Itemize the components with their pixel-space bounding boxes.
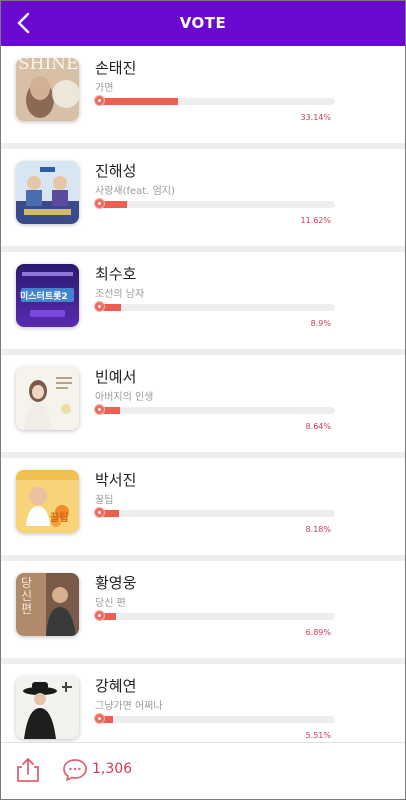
progress-knob-icon <box>94 301 105 312</box>
vote-percent: 33.14% <box>300 113 331 122</box>
vote-item[interactable]: 진해성 사랑새(feat. 엄지) 11.62% <box>0 149 406 246</box>
artist-name: 손태진 <box>95 59 137 77</box>
song-title: 꿀팁 <box>95 495 114 506</box>
progress-knob-icon <box>94 95 105 106</box>
vote-progress-bar <box>94 95 335 106</box>
cover-text: SHINE <box>18 54 79 74</box>
vote-item[interactable]: SHINE 손태진 가면 33.14% <box>0 46 406 143</box>
vote-percent: 8.9% <box>310 319 331 328</box>
vote-progress-fill <box>100 98 178 105</box>
share-button[interactable] <box>16 757 40 783</box>
back-button[interactable] <box>10 9 38 37</box>
artist-name: 황영웅 <box>95 574 137 592</box>
vote-item[interactable]: 꿀팁 박서진 꿀팁 8.18% <box>0 458 406 555</box>
vote-progress-bar <box>94 404 335 415</box>
vote-item[interactable]: 당신편 황영웅 당신 편 6.89% <box>0 561 406 658</box>
vote-percent: 8.18% <box>305 525 331 534</box>
vote-percent: 11.62% <box>300 216 331 225</box>
artist-name: 빈예서 <box>95 368 137 386</box>
vote-list[interactable]: SHINE 손태진 가면 33.14% 진해성 사랑새(feat. 엄지) 11… <box>0 46 406 742</box>
progress-knob-icon <box>94 713 105 724</box>
song-title: 사랑새(feat. 엄지) <box>95 186 175 197</box>
album-cover <box>16 676 79 739</box>
cover-text: 당신편 <box>21 576 33 616</box>
song-title: 아버지의 인생 <box>95 392 154 403</box>
progress-knob-icon <box>94 610 105 621</box>
cover-text: 꿀팁 <box>50 513 69 524</box>
comment-count[interactable]: 1,306 <box>92 761 132 777</box>
progress-knob-icon <box>94 198 105 209</box>
page-title: VOTE <box>179 14 227 32</box>
vote-progress-bar <box>94 507 335 518</box>
artist-name: 진해성 <box>95 162 137 180</box>
vote-item[interactable]: 미스터트롯2 최수호 조선의 남자 8.9% <box>0 252 406 349</box>
vote-progress-bar <box>94 198 335 209</box>
song-title: 가면 <box>95 83 114 94</box>
song-title: 조선의 남자 <box>95 289 145 300</box>
comment-button[interactable] <box>62 758 88 782</box>
album-cover <box>16 470 79 533</box>
bottom-bar: 1,306 <box>0 742 406 800</box>
artist-name: 최수호 <box>95 265 137 283</box>
vote-percent: 5.51% <box>305 731 331 740</box>
top-bar: VOTE <box>0 0 406 46</box>
progress-knob-icon <box>94 507 105 518</box>
song-title: 그냥가면 어쩌나 <box>95 701 163 712</box>
share-icon <box>17 758 39 782</box>
album-cover <box>16 367 79 430</box>
chevron-left-icon <box>17 12 30 34</box>
album-cover <box>16 161 79 224</box>
vote-progress-bar <box>94 610 335 621</box>
artist-name: 강혜연 <box>95 677 137 695</box>
vote-percent: 6.89% <box>305 628 331 637</box>
vote-item[interactable]: 빈예서 아버지의 인생 8.64% <box>0 355 406 452</box>
vote-progress-bar <box>94 301 335 312</box>
comment-icon <box>63 759 87 781</box>
vote-progress-bar <box>94 713 335 724</box>
cover-text: 미스터트롯2 <box>20 292 68 302</box>
progress-knob-icon <box>94 404 105 415</box>
vote-percent: 8.64% <box>305 422 331 431</box>
artist-name: 박서진 <box>95 471 137 489</box>
vote-item[interactable]: 강혜연 그냥가면 어쩌나 5.51% <box>0 664 406 742</box>
song-title: 당신 편 <box>95 598 126 609</box>
